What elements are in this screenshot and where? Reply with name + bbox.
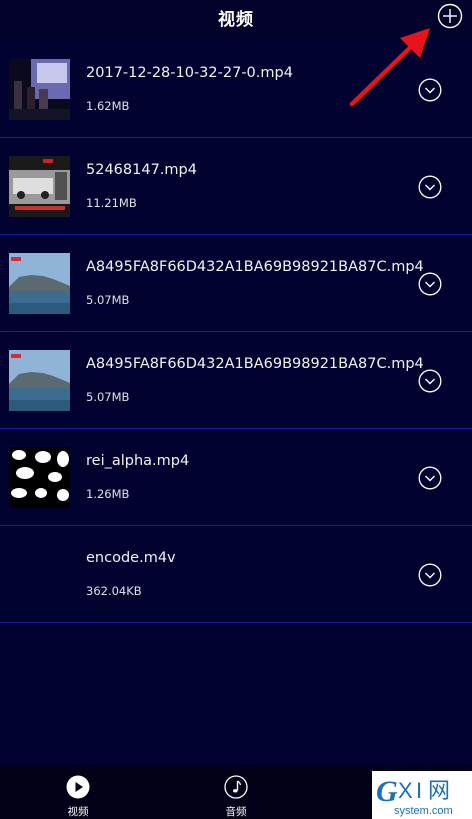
chevron-down-icon[interactable] xyxy=(418,78,442,102)
list-item[interactable]: 2017-12-28-10-32-27-0.mp4 1.62MB xyxy=(0,41,472,138)
svg-text:X: X xyxy=(398,778,413,803)
list-item[interactable]: A8495FA8F66D432A1BA69B98921BA87C.mp4 5.0… xyxy=(0,235,472,332)
svg-text:I: I xyxy=(416,778,422,803)
video-thumbnail xyxy=(9,350,70,411)
chevron-down-icon[interactable] xyxy=(418,272,442,296)
svg-text:网: 网 xyxy=(428,779,450,804)
video-filename: 52468147.mp4 xyxy=(86,162,197,178)
video-filename: rei_alpha.mp4 xyxy=(86,453,190,469)
tab-label: 视频 xyxy=(67,806,89,818)
list-item[interactable]: rei_alpha.mp4 1.26MB xyxy=(0,429,472,526)
tab-video[interactable]: 视频 xyxy=(38,765,118,819)
list-item[interactable]: A8495FA8F66D432A1BA69B98921BA87C.mp4 5.0… xyxy=(0,332,472,429)
video-list: 2017-12-28-10-32-27-0.mp4 1.62MB 5246814… xyxy=(0,41,472,623)
video-filesize: 5.07MB xyxy=(86,390,130,404)
list-item[interactable]: encode.m4v 362.04KB xyxy=(0,526,472,623)
video-thumbnail xyxy=(9,447,70,508)
video-filename: A8495FA8F66D432A1BA69B98921BA87C.mp4 xyxy=(86,356,424,372)
site-watermark-logo: G X I 网 system.com xyxy=(372,771,472,819)
music-note-icon xyxy=(224,775,248,799)
video-filesize: 1.62MB xyxy=(86,99,130,113)
svg-text:G: G xyxy=(376,775,398,808)
video-thumbnail xyxy=(9,59,70,120)
video-filesize: 1.26MB xyxy=(86,487,130,501)
video-thumbnail xyxy=(9,156,70,217)
list-item[interactable]: 52468147.mp4 11.21MB xyxy=(0,138,472,235)
video-thumbnail xyxy=(9,253,70,314)
video-filesize: 11.21MB xyxy=(86,196,137,210)
add-icon[interactable] xyxy=(437,3,463,29)
video-filename: 2017-12-28-10-32-27-0.mp4 xyxy=(86,65,293,81)
chevron-down-icon[interactable] xyxy=(418,175,442,199)
tab-label: 音频 xyxy=(225,806,247,818)
svg-text:system.com: system.com xyxy=(394,805,453,817)
play-icon xyxy=(66,775,90,799)
chevron-down-icon[interactable] xyxy=(418,466,442,490)
chevron-down-icon[interactable] xyxy=(418,369,442,393)
video-filesize: 362.04KB xyxy=(86,584,142,598)
chevron-down-icon[interactable] xyxy=(418,563,442,587)
video-filename: encode.m4v xyxy=(86,550,176,566)
tab-audio[interactable]: 音频 xyxy=(196,765,276,819)
video-filename: A8495FA8F66D432A1BA69B98921BA87C.mp4 xyxy=(86,259,424,275)
video-filesize: 5.07MB xyxy=(86,293,130,307)
